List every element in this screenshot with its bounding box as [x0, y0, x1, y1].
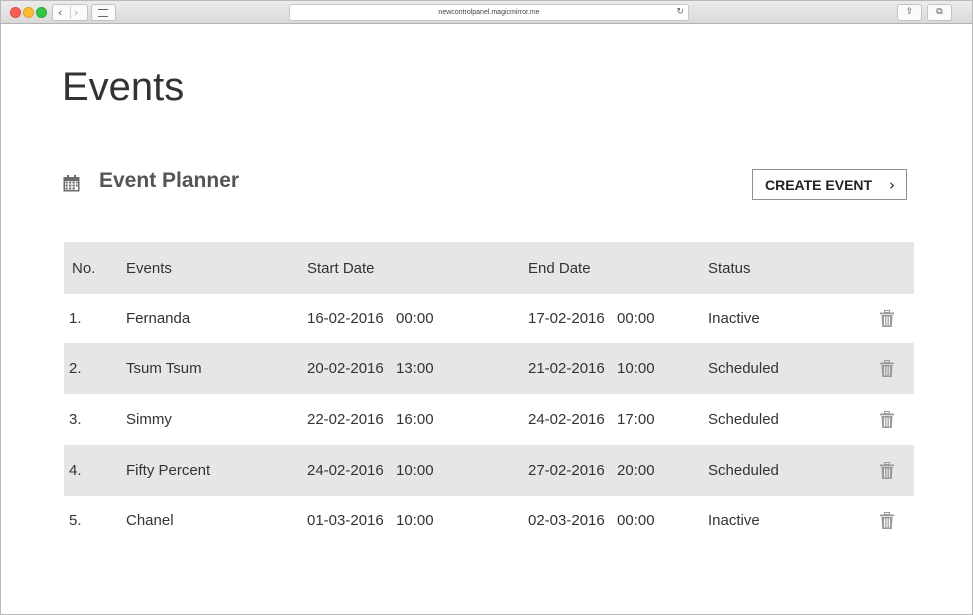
- column-header-end-date: End Date: [528, 259, 591, 277]
- trash-icon: [880, 310, 894, 327]
- column-header-no: No.: [72, 259, 96, 277]
- end-time: 00:00: [617, 512, 655, 529]
- column-header-start-date: Start Date: [307, 259, 375, 277]
- trash-icon: [880, 411, 894, 428]
- table-row: 3. Simmy 22-02-2016 16:00 24-02-2016 17:…: [64, 394, 914, 445]
- create-event-label: CREATE EVENT: [765, 176, 873, 193]
- row-number: 1.: [69, 310, 82, 327]
- start-time: 10:00: [396, 512, 434, 529]
- event-name: Tsum Tsum: [126, 360, 202, 377]
- start-date: 24-02-2016: [307, 462, 384, 479]
- start-time: 00:00: [396, 310, 434, 327]
- delete-event-button[interactable]: [880, 496, 894, 545]
- row-number: 4.: [69, 462, 82, 479]
- delete-event-button[interactable]: [880, 343, 894, 394]
- event-status: Scheduled: [708, 462, 779, 479]
- events-table: No. Events Start Date End Date Status 1.…: [64, 242, 914, 545]
- url-text: newcontrolpanel.magicmirror.me: [438, 9, 540, 16]
- zoom-window-button[interactable]: [36, 7, 47, 18]
- end-time: 17:00: [617, 411, 655, 428]
- start-time: 10:00: [396, 462, 434, 479]
- table-header: No. Events Start Date End Date Status: [64, 242, 914, 294]
- browser-window: ‹ › newcontrolpanel.magicmirror.me ↻ ⇪ ⧉…: [0, 0, 973, 615]
- trash-icon: [880, 360, 894, 377]
- delete-event-button[interactable]: [880, 394, 894, 445]
- address-bar[interactable]: newcontrolpanel.magicmirror.me ↻: [289, 4, 689, 21]
- section-title: Event Planner: [99, 169, 240, 192]
- trash-icon: [880, 512, 894, 529]
- end-time: 00:00: [617, 310, 655, 327]
- end-date: 21-02-2016: [528, 360, 605, 377]
- share-icon: ⇪: [905, 7, 914, 17]
- trash-icon: [880, 462, 894, 479]
- event-name: Fernanda: [126, 310, 191, 327]
- end-date: 27-02-2016: [528, 462, 605, 479]
- show-tabs-button[interactable]: ⧉: [927, 4, 952, 21]
- calendar-icon: [63, 175, 80, 192]
- share-button[interactable]: ⇪: [897, 4, 922, 21]
- back-arrow-icon[interactable]: ‹: [58, 5, 62, 20]
- table-row: 1. Fernanda 16-02-2016 00:00 17-02-2016 …: [64, 294, 914, 343]
- browser-toolbar: ‹ › newcontrolpanel.magicmirror.me ↻ ⇪ ⧉: [1, 1, 972, 24]
- start-date: 01-03-2016: [307, 512, 384, 529]
- event-name: Fifty Percent: [126, 462, 211, 479]
- end-time: 20:00: [617, 462, 655, 479]
- event-status: Inactive: [708, 512, 760, 529]
- delete-event-button[interactable]: [880, 445, 894, 496]
- row-number: 5.: [69, 512, 82, 529]
- reload-icon[interactable]: ↻: [676, 5, 684, 20]
- event-name: Chanel: [126, 512, 174, 529]
- event-status: Inactive: [708, 310, 760, 327]
- minimize-window-button[interactable]: [23, 7, 34, 18]
- row-number: 3.: [69, 411, 82, 428]
- start-time: 13:00: [396, 360, 434, 377]
- start-date: 16-02-2016: [307, 310, 384, 327]
- end-date: 24-02-2016: [528, 411, 605, 428]
- end-date: 17-02-2016: [528, 310, 605, 327]
- delete-event-button[interactable]: [880, 294, 894, 343]
- chevron-right-icon: ›: [889, 176, 895, 194]
- page-title: Events: [62, 65, 185, 109]
- history-nav: ‹ ›: [52, 4, 88, 21]
- start-date: 22-02-2016: [307, 411, 384, 428]
- end-time: 10:00: [617, 360, 655, 377]
- start-time: 16:00: [396, 411, 434, 428]
- sidebar-toggle-button[interactable]: [91, 4, 116, 21]
- sidebar-icon: [98, 9, 108, 17]
- table-row: 2. Tsum Tsum 20-02-2016 13:00 21-02-2016…: [64, 343, 914, 394]
- end-date: 02-03-2016: [528, 512, 605, 529]
- close-window-button[interactable]: [10, 7, 21, 18]
- tabs-icon: ⧉: [936, 7, 943, 17]
- create-event-button[interactable]: CREATE EVENT ›: [752, 169, 907, 200]
- column-header-events: Events: [126, 259, 172, 277]
- column-header-status: Status: [708, 259, 751, 277]
- event-status: Scheduled: [708, 360, 779, 377]
- table-row: 4. Fifty Percent 24-02-2016 10:00 27-02-…: [64, 445, 914, 496]
- row-number: 2.: [69, 360, 82, 377]
- event-name: Simmy: [126, 411, 172, 428]
- start-date: 20-02-2016: [307, 360, 384, 377]
- event-status: Scheduled: [708, 411, 779, 428]
- table-row: 5. Chanel 01-03-2016 10:00 02-03-2016 00…: [64, 496, 914, 545]
- forward-arrow-icon[interactable]: ›: [74, 5, 78, 20]
